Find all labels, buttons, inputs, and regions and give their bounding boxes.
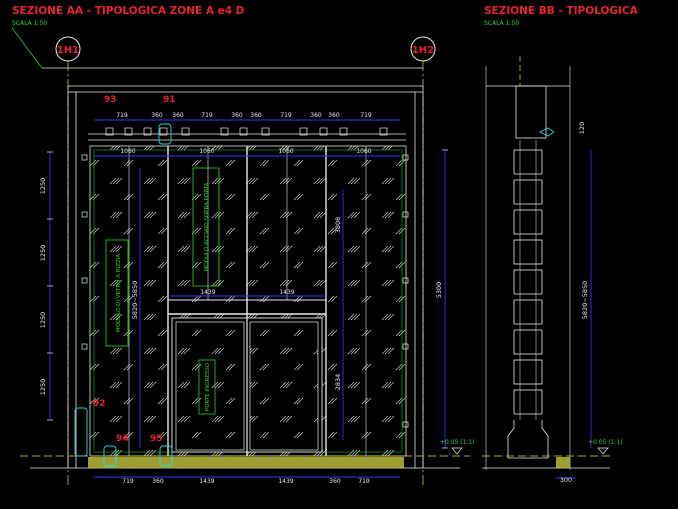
cad-drawing[interactable]: SEZIONE AA - TIPOLOGICA ZONE A e4 D SCAL… (0, 0, 678, 504)
bottom-dim-3: 1439 (199, 478, 214, 485)
bb-height-dim: 5820~5850 (581, 281, 589, 320)
bottom-dim-1: 719 (122, 478, 134, 485)
bottom-dim-4: 1439 (278, 478, 293, 485)
total-height-dim: 5300 (435, 282, 443, 299)
door-tag-text: PORTE INGRESSO (205, 362, 211, 411)
top-dim-9: 360 (328, 112, 340, 119)
bottom-dim-6: 719 (358, 478, 370, 485)
node-label-94: 94 (116, 434, 129, 444)
mullion-segments (513, 149, 543, 415)
top-dim-3: 360 (172, 112, 184, 119)
grid-axis-2-label: 1H2 (412, 45, 434, 56)
panel-dim-1: 1060 (120, 148, 135, 155)
panel-dim-2: 1060 (199, 148, 214, 155)
left-dimension-labels: 1250 1250 1250 1250 (39, 178, 47, 396)
section-aa-scale: SCALA 1:50 (12, 20, 47, 27)
top-dim-5: 360 (231, 112, 243, 119)
top-dim-2: 360 (151, 112, 163, 119)
bb-width-dim: 300 (560, 476, 572, 484)
left-dim-2: 1250 (39, 245, 47, 262)
bottom-dimension-labels: 719 360 1439 1439 360 719 (122, 478, 370, 485)
node-label-93: 93 (104, 95, 117, 105)
bottom-dim-5: 360 (329, 478, 341, 485)
top-dim-1: 719 (116, 112, 128, 119)
mid-dim-2: 1439 (279, 289, 294, 296)
left-dim-1: 1250 (39, 178, 47, 195)
bb-top-dim: 120 (578, 122, 586, 134)
bottom-dim-2: 360 (152, 478, 164, 485)
top-dim-10: 719 (360, 112, 372, 119)
module-tag-left-text: MODULO DI VETRO A RIZZIA (116, 254, 122, 332)
section-bb-scale: SCALA 1:50 (484, 20, 519, 27)
top-dim-4: 719 (201, 112, 213, 119)
top-dimension-labels: 719 360 360 719 360 360 719 360 360 719 (116, 112, 372, 119)
node-label-92: 92 (93, 399, 106, 409)
inner-dim-c: 2834 (334, 374, 342, 391)
section-aa-title: SEZIONE AA - TIPOLOGICA ZONE A e4 D (12, 5, 245, 17)
entrance-door[interactable] (171, 317, 323, 453)
scale-leader-line (11, 27, 43, 69)
section-bb-title: SEZIONE BB - TIPOLOGICA (484, 5, 639, 17)
grid-axis-1-label: 1H1 (57, 45, 79, 56)
left-dim-3: 1250 (39, 312, 47, 329)
level-bb-label: +0.05 (1:1) (588, 439, 623, 446)
left-dim-4: 1250 (39, 379, 47, 396)
top-dim-8: 360 (310, 112, 322, 119)
panel-dim-3: 1060 (278, 148, 293, 155)
node-label-95: 95 (150, 434, 163, 444)
top-dim-7: 719 (280, 112, 292, 119)
module-tag-center-text: MODULO ACCIAIO SOPRA PORTA (204, 182, 210, 271)
inner-dim-b: 3808 (334, 217, 342, 234)
node-label-91: 91 (163, 95, 176, 105)
top-dim-6: 360 (250, 112, 262, 119)
level-marker-bb: +0.05 (1:1) (588, 439, 623, 455)
level-aa-label: +0.05 (1:1) (440, 439, 475, 446)
section-bb-dims: 120 5820~5850 300 (560, 122, 589, 484)
inner-dim-a: 5820~5850 (131, 281, 139, 320)
panel-dim-4: 1060 (356, 148, 371, 155)
floor-slab (88, 457, 404, 468)
mid-dim-1: 1439 (200, 289, 215, 296)
cad-canvas[interactable]: SEZIONE AA - TIPOLOGICA ZONE A e4 D SCAL… (0, 0, 678, 504)
